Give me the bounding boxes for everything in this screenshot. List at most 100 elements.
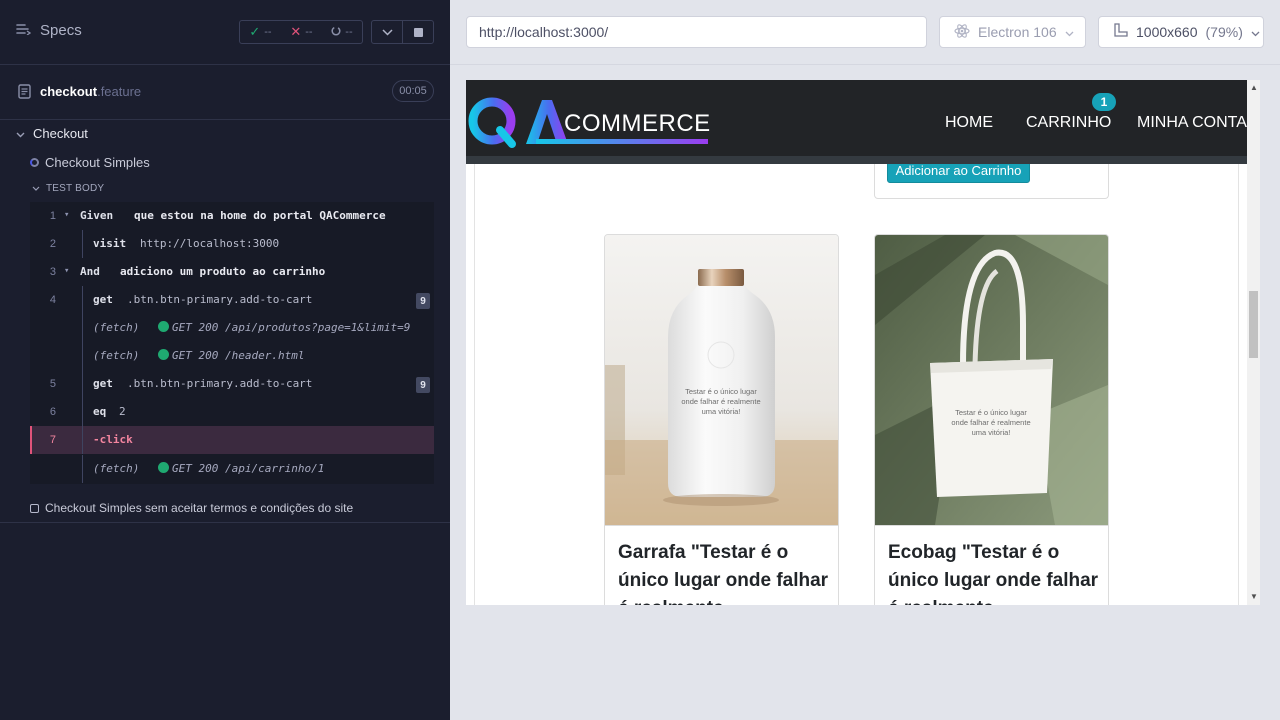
- command-message: .btn.btn-primary.add-to-cart: [127, 377, 313, 390]
- command-message: GET 200 /api/carrinho/1: [158, 462, 324, 475]
- suite-title: Checkout: [33, 126, 88, 141]
- nav-home[interactable]: HOME: [945, 114, 993, 132]
- command-message: 2: [119, 405, 126, 418]
- command-row[interactable]: 5 get .btn.btn-primary.add-to-cart 9: [30, 370, 434, 398]
- command-number: 2: [49, 238, 56, 250]
- test-title: Checkout Simples: [45, 155, 150, 170]
- document-icon: [18, 84, 31, 104]
- test-row-running[interactable]: Checkout Simples: [30, 155, 150, 170]
- product-card[interactable]: Testar é o único lugar onde falhar é rea…: [604, 234, 839, 605]
- ecobag-print-line: Testar é o único lugar: [955, 408, 1027, 417]
- chevron-down-icon: [1065, 24, 1074, 40]
- pending-test-title: Checkout Simples sem aceitar termos e co…: [45, 501, 354, 515]
- scrollbar-thumb[interactable]: [1249, 291, 1258, 358]
- browser-name: Electron 106: [978, 24, 1057, 40]
- passed-count: --: [264, 26, 272, 38]
- divider: [450, 64, 1280, 65]
- pending-square-icon: [30, 503, 39, 513]
- test-body-header[interactable]: TEST BODY: [32, 183, 104, 194]
- spec-file-ext: .feature: [97, 84, 142, 99]
- command-name: eq: [93, 405, 107, 418]
- command-name: get: [93, 377, 113, 390]
- product-image-ecobag: Testar é o único lugar onde falhar é rea…: [875, 235, 1108, 525]
- reporter-panel: Specs ✓ -- ✕ -- -- checkout.feature 00:0…: [0, 0, 450, 720]
- nesting-line: [82, 230, 83, 258]
- chevron-down-icon: [32, 183, 40, 194]
- test-row-pending[interactable]: Checkout Simples sem aceitar termos e co…: [30, 501, 353, 515]
- scroll-up-arrow-icon[interactable]: ▲: [1250, 83, 1258, 92]
- command-log: 1 ▾ Given que estou na home do portal QA…: [30, 202, 434, 484]
- scroll-down-arrow-icon[interactable]: ▼: [1250, 592, 1258, 601]
- viewport-selector[interactable]: 1000x660 (79%): [1098, 16, 1264, 48]
- ecobag-print-line: onde falhar é realmente: [951, 418, 1030, 427]
- nesting-line: [82, 455, 83, 483]
- test-body-label: TEST BODY: [46, 183, 105, 194]
- command-message: http://localhost:3000: [140, 237, 280, 250]
- command-message: .btn.btn-primary.add-to-cart: [127, 293, 313, 306]
- divider: [605, 525, 838, 526]
- command-row[interactable]: 1 ▾ Given que estou na home do portal QA…: [30, 202, 434, 230]
- command-row[interactable]: (fetch) GET 200 /header.html: [30, 342, 434, 370]
- product-image-bottle: Testar é o único lugar onde falhar é rea…: [605, 235, 838, 525]
- command-row-active[interactable]: 7 -click: [30, 426, 434, 454]
- product-page: [466, 164, 1247, 605]
- command-message: GET 200 /header.html: [158, 349, 304, 362]
- product-title[interactable]: Garrafa "Testar é o único lugar onde fal…: [618, 539, 830, 605]
- command-row[interactable]: 3 ▾ And adiciono um produto ao carrinho: [30, 258, 434, 286]
- cart-count-badge: 1: [1092, 93, 1116, 111]
- stat-failed: ✕ --: [290, 24, 312, 40]
- specs-toggle[interactable]: Specs: [16, 22, 82, 39]
- command-name: Given: [80, 209, 114, 222]
- failed-count: --: [305, 26, 313, 38]
- status-dot-icon: [158, 349, 169, 360]
- command-name: visit: [93, 237, 127, 250]
- status-dot-icon: [158, 462, 169, 473]
- container-border: [474, 164, 475, 605]
- product-title[interactable]: Ecobag "Testar é o único lugar onde falh…: [888, 539, 1100, 605]
- app-viewport: Adicionar ao Carrinho Testar é o único l…: [466, 80, 1260, 605]
- container-border: [1238, 164, 1239, 605]
- viewport-size: 1000x660: [1136, 24, 1198, 40]
- command-row[interactable]: (fetch) GET 200 /api/carrinho/1: [30, 455, 434, 483]
- element-count-badge: 9: [416, 293, 430, 309]
- command-message: que estou na home do portal QACommerce: [134, 209, 386, 222]
- spec-file-name: checkout.feature: [40, 84, 142, 99]
- command-message: GET 200 /api/produtos?page=1&limit=9: [158, 321, 410, 334]
- pending-ring-icon: [331, 25, 341, 39]
- viewport-scale: (79%): [1205, 24, 1243, 40]
- navbar-border: [466, 156, 1247, 164]
- command-name: (fetch): [93, 462, 140, 475]
- stat-pending: --: [331, 25, 353, 39]
- chevron-down-icon: [1251, 24, 1260, 40]
- run-controls: [371, 20, 434, 44]
- duration-badge: 00:05: [392, 80, 434, 102]
- command-name: And: [80, 265, 100, 278]
- product-card[interactable]: Testar é o único lugar onde falhar é rea…: [874, 234, 1109, 605]
- command-number: 5: [49, 378, 56, 390]
- command-message: adiciono um produto ao carrinho: [120, 265, 326, 278]
- command-row[interactable]: (fetch) GET 200 /api/produtos?page=1&lim…: [30, 314, 434, 342]
- command-name: get: [93, 293, 113, 306]
- browser-selector[interactable]: Electron 106: [939, 16, 1086, 48]
- stop-button[interactable]: [403, 21, 433, 43]
- suite-row[interactable]: Checkout: [16, 126, 88, 141]
- command-number: 7: [49, 434, 56, 446]
- qa-commerce-logo[interactable]: COMMERCE: [466, 94, 716, 153]
- nav-my-account[interactable]: MINHA CONTA: [1137, 114, 1247, 132]
- stats-panel: ✓ -- ✕ -- --: [239, 20, 363, 44]
- chevron-down-icon[interactable]: [372, 21, 403, 43]
- element-count-badge: 9: [416, 377, 430, 393]
- check-icon: ✓: [249, 24, 261, 39]
- chevron-down-icon: ▾: [64, 266, 70, 276]
- url-input[interactable]: http://localhost:3000/: [466, 16, 927, 48]
- spec-file-row[interactable]: checkout.feature 00:05: [0, 66, 450, 120]
- command-row[interactable]: 4 get .btn.btn-primary.add-to-cart 9: [30, 286, 434, 314]
- command-row[interactable]: 2 visit http://localhost:3000: [30, 230, 434, 258]
- bottle-print-line: uma vitória!: [702, 407, 741, 416]
- stop-icon: [413, 27, 423, 37]
- command-row[interactable]: 6 eq 2: [30, 398, 434, 426]
- nav-cart[interactable]: CARRINHO: [1026, 114, 1111, 132]
- command-name: -click: [93, 433, 133, 446]
- chevron-down-icon: ▾: [64, 210, 70, 220]
- ruler-icon: [1113, 23, 1128, 41]
